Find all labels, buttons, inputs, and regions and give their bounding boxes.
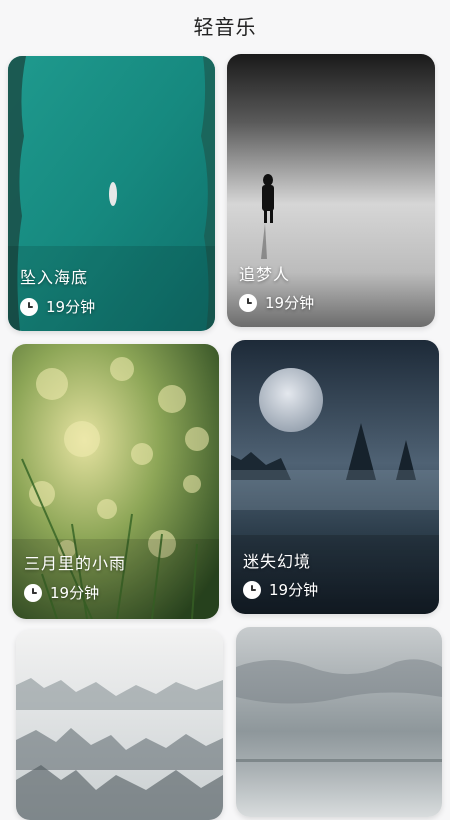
card-2-title: 追梦人 — [239, 265, 291, 284]
music-card-3[interactable]: 三月里的小雨 19分钟 — [12, 344, 219, 619]
card-4-image — [231, 340, 439, 614]
clock-icon — [239, 293, 257, 312]
clock-icon — [243, 580, 261, 599]
card-2-duration: 19分钟 — [239, 292, 314, 313]
card-2-duration-text: 19分钟 — [265, 294, 315, 312]
card-1-duration: 19分钟 — [20, 296, 95, 317]
card-1-image — [8, 56, 215, 331]
music-card-5[interactable] — [16, 630, 223, 820]
card-3-duration-text: 19分钟 — [50, 584, 100, 602]
card-5-image — [16, 630, 223, 820]
clock-icon — [20, 297, 38, 316]
card-3-image — [12, 344, 219, 619]
clock-icon — [24, 583, 42, 602]
music-card-2[interactable]: 追梦人 19分钟 — [227, 54, 435, 327]
card-4-duration-text: 19分钟 — [269, 581, 319, 599]
card-4-duration: 19分钟 — [243, 579, 318, 600]
music-card-6[interactable] — [236, 627, 442, 817]
card-1-title: 坠入海底 — [20, 268, 89, 287]
music-card-4[interactable]: 迷失幻境 19分钟 — [231, 340, 439, 614]
page-title: 轻音乐 — [193, 14, 257, 39]
app-header: 轻音乐 — [0, 0, 450, 50]
card-6-image — [236, 627, 442, 817]
music-card-1[interactable]: 坠入海底 19分钟 — [8, 56, 215, 331]
card-3-title: 三月里的小雨 — [24, 554, 127, 573]
card-2-image — [227, 54, 435, 327]
card-1-duration-text: 19分钟 — [46, 298, 96, 316]
card-3-duration: 19分钟 — [24, 582, 99, 603]
card-4-title: 迷失幻境 — [243, 552, 312, 571]
